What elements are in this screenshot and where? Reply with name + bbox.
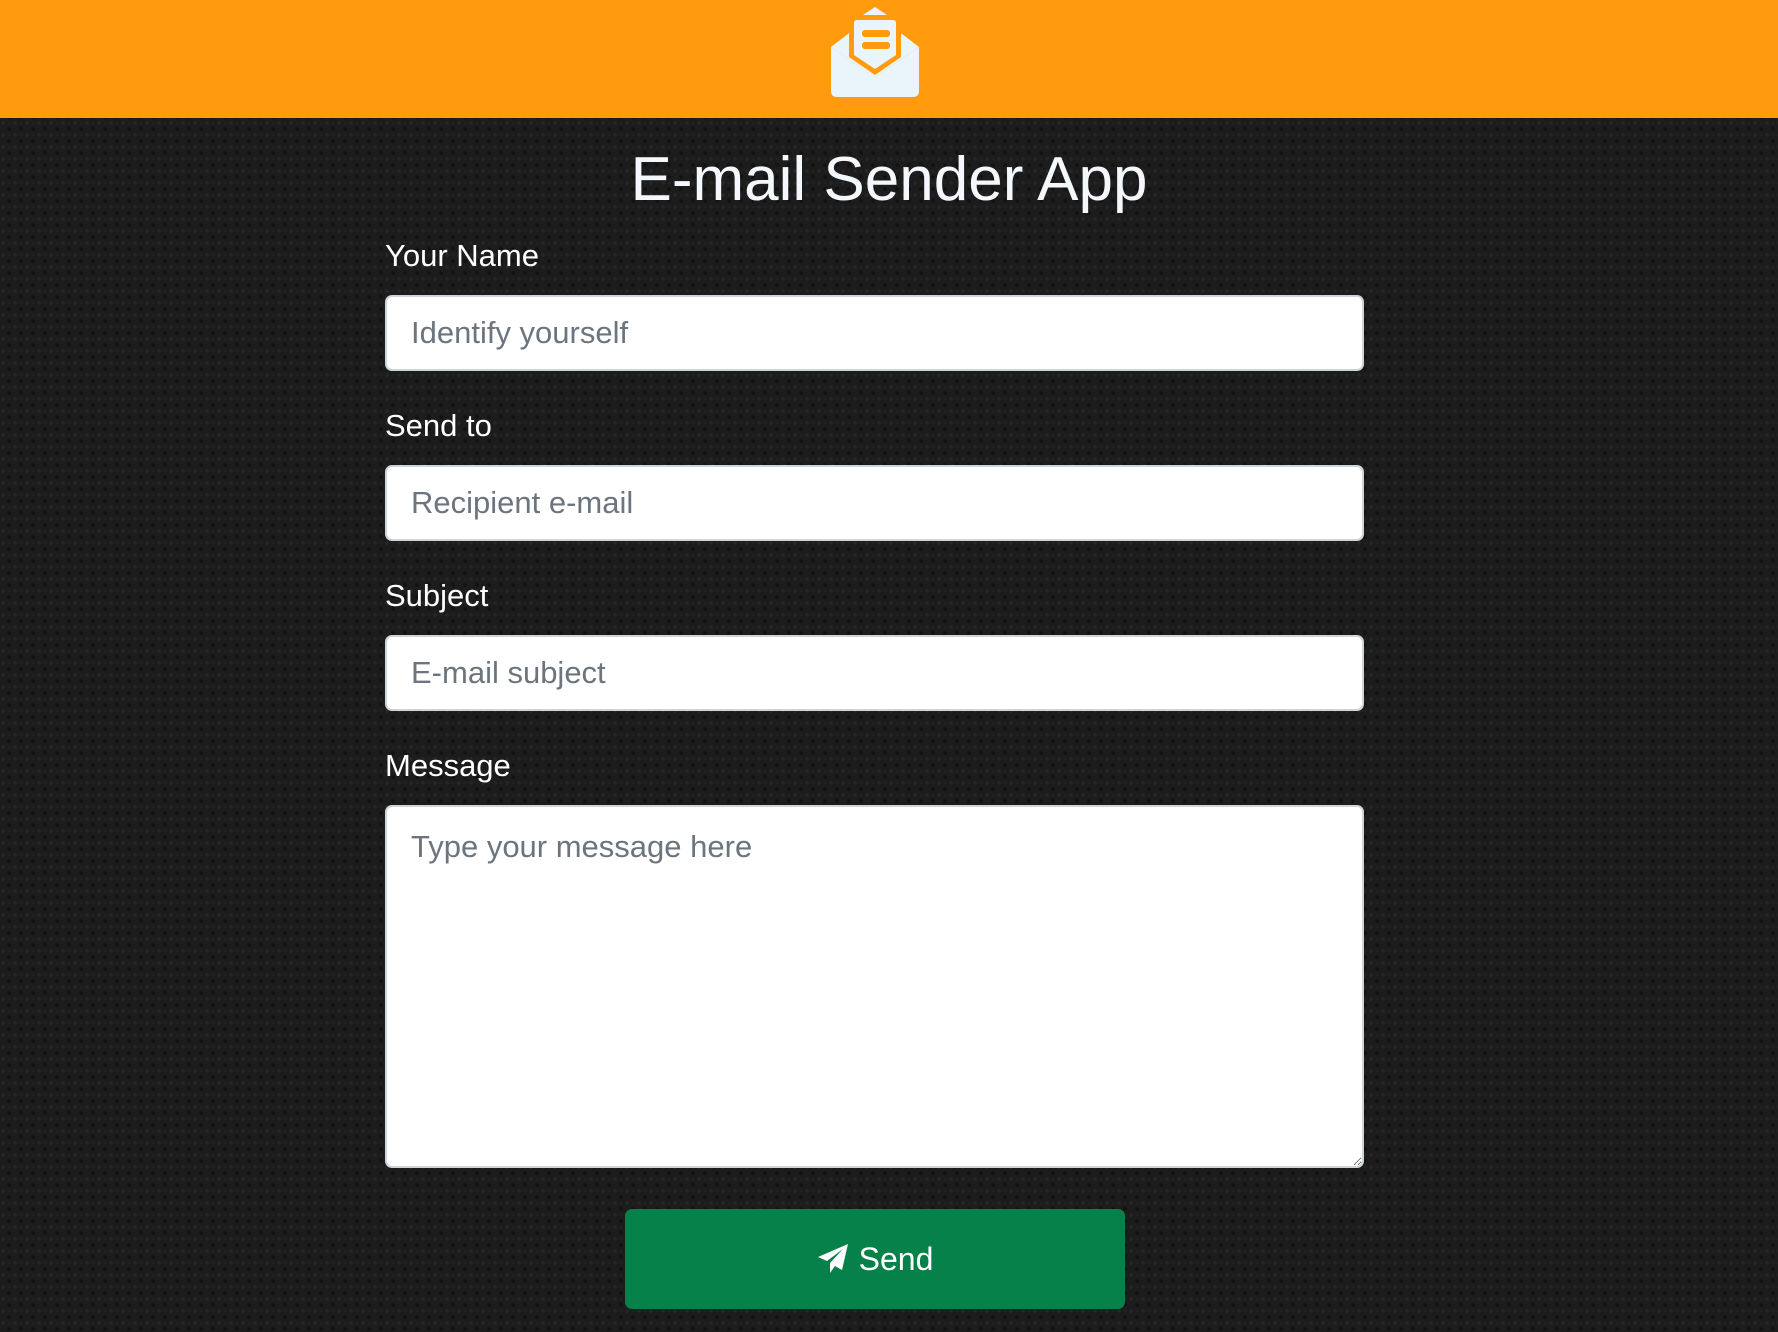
- subject-label: Subject: [385, 578, 489, 613]
- message-textarea[interactable]: [385, 805, 1364, 1168]
- top-bar: [0, 0, 1778, 118]
- envelope-open-text-icon: [831, 7, 919, 97]
- message-label: Message: [385, 748, 511, 783]
- send-to-label: Send to: [385, 408, 492, 443]
- subject-input[interactable]: [385, 635, 1364, 711]
- name-input[interactable]: [385, 295, 1364, 371]
- paper-plane-icon: [817, 1244, 848, 1273]
- send-button-label: Send: [858, 1240, 934, 1277]
- send-button[interactable]: Send: [625, 1209, 1125, 1309]
- page-title: E-mail Sender App: [630, 145, 1148, 214]
- recipient-email-input[interactable]: [385, 465, 1364, 541]
- name-label: Your Name: [385, 238, 539, 273]
